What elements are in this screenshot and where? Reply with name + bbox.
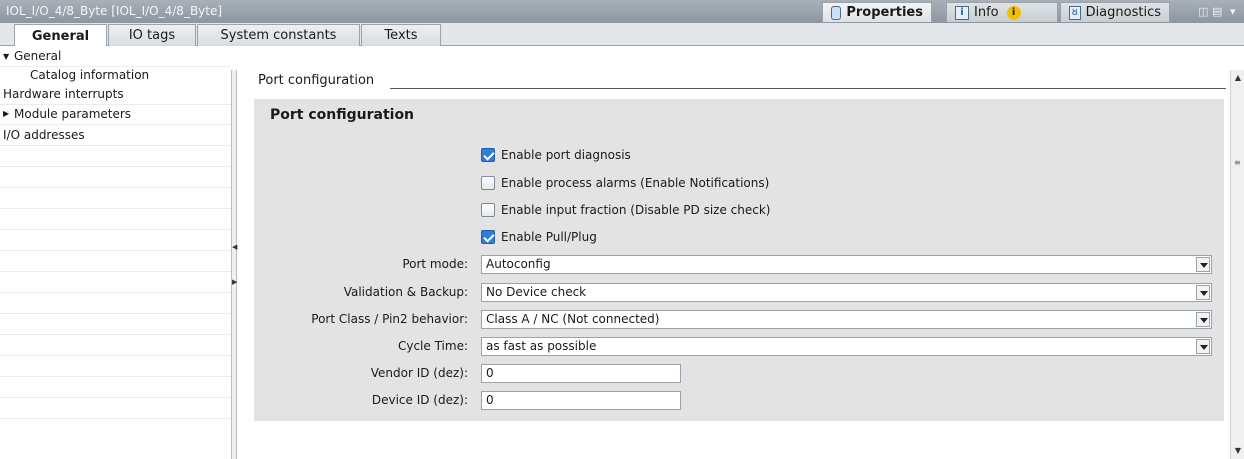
tree-empty-row	[0, 314, 231, 335]
magnifier-icon	[831, 5, 842, 20]
tree-empty-row	[0, 272, 231, 293]
tree-empty-row	[0, 209, 231, 230]
chevron-down-icon[interactable]	[1196, 339, 1210, 354]
device-id-label: Device ID (dez):	[371, 393, 468, 407]
checkbox-enable-pull-plug[interactable]: Enable Pull/Plug	[481, 229, 597, 245]
tab-info[interactable]: i Info i	[946, 2, 1058, 22]
vertical-scrollbar[interactable]: ▲ ≡ ▼	[1230, 70, 1244, 459]
subtab-texts[interactable]: Texts	[361, 24, 441, 46]
port-mode-value: Autoconfig	[486, 257, 551, 271]
section-header: Port configuration	[258, 73, 375, 88]
tree-item-label: General	[14, 49, 62, 63]
info-badge-icon: i	[1006, 5, 1021, 20]
validation-backup-label: Validation & Backup:	[343, 285, 468, 299]
checkbox-label: Enable process alarms (Enable Notificati…	[501, 176, 770, 190]
tree-item-module-parameters[interactable]: ▶ Module parameters	[0, 104, 231, 125]
tab-properties[interactable]: Properties	[822, 2, 932, 22]
tab-diagnostics[interactable]: ȣ Diagnostics	[1060, 2, 1170, 22]
subtab-general[interactable]: General	[14, 24, 107, 47]
port-class-select[interactable]: Class A / NC (Not connected)	[481, 310, 1212, 329]
subtab-system-constants[interactable]: System constants	[197, 24, 360, 46]
collapsed-triangle-icon[interactable]: ▶	[3, 104, 9, 124]
tree-empty-row	[0, 188, 231, 209]
panel-title: Port configuration	[270, 107, 415, 123]
content-area: Port configuration Port configuration En…	[238, 70, 1228, 459]
checkbox-checked-icon[interactable]	[481, 148, 495, 162]
validation-backup-select[interactable]: No Device check	[481, 283, 1212, 302]
scroll-up-icon[interactable]: ▲	[1233, 73, 1243, 82]
tree-item-label: Hardware interrupts	[3, 87, 124, 101]
expand-right-arrow-icon[interactable]: ▶	[232, 278, 237, 286]
window-title: IOL_I/O_4/8_Byte [IOL_I/O_4/8_Byte]	[6, 4, 223, 18]
checkbox-enable-process-alarms[interactable]: Enable process alarms (Enable Notificati…	[481, 175, 769, 191]
info-icon: i	[955, 5, 969, 20]
checkbox-checked-icon[interactable]	[481, 230, 495, 244]
checkbox-label: Enable input fraction (Disable PD size c…	[501, 203, 771, 217]
property-subtabs: General IO tags System constants Texts	[0, 23, 1244, 47]
checkbox-unchecked-icon[interactable]	[481, 176, 495, 190]
port-class-value: Class A / NC (Not connected)	[486, 312, 660, 326]
panel-splitter[interactable]	[231, 70, 237, 459]
tree-empty-row	[0, 377, 231, 398]
scroll-down-icon[interactable]: ▼	[1233, 446, 1243, 455]
subtab-io-tags[interactable]: IO tags	[108, 24, 196, 46]
collapse-left-arrow-icon[interactable]: ◀	[232, 243, 237, 251]
diagnostics-icon: ȣ	[1069, 5, 1081, 20]
tree-item-label: Module parameters	[14, 107, 132, 121]
tab-diagnostics-label: Diagnostics	[1085, 5, 1161, 20]
port-class-label: Port Class / Pin2 behavior:	[311, 312, 468, 326]
port-configuration-panel: Port configuration Enable port diagnosis…	[254, 99, 1224, 421]
checkbox-enable-port-diagnosis[interactable]: Enable port diagnosis	[481, 147, 631, 163]
navigation-tree: ▼ General Catalog information Hardware i…	[0, 46, 231, 459]
validation-backup-value: No Device check	[486, 285, 587, 299]
tree-empty-row	[0, 146, 231, 167]
window-menu-chevron-icon[interactable]: ▾	[1230, 5, 1236, 18]
vendor-id-input[interactable]: 0	[481, 364, 681, 383]
tab-info-label: Info	[974, 5, 999, 20]
port-mode-select[interactable]: Autoconfig	[481, 255, 1212, 274]
tree-item-hw-interrupts[interactable]: Hardware interrupts	[0, 84, 231, 105]
cycle-time-value: as fast as possible	[486, 339, 597, 353]
expanded-triangle-icon[interactable]: ▼	[3, 47, 9, 67]
tree-empty-row	[0, 335, 231, 356]
device-id-input[interactable]: 0	[481, 391, 681, 410]
section-divider	[390, 88, 1226, 89]
tree-item-io-addresses[interactable]: I/O addresses	[0, 125, 231, 146]
tree-empty-row	[0, 293, 231, 314]
tree-empty-row	[0, 230, 231, 251]
tree-item-general[interactable]: ▼ General	[0, 46, 231, 67]
tree-item-label: Catalog information	[30, 68, 150, 82]
tab-properties-label: Properties	[846, 5, 923, 20]
chevron-down-icon[interactable]	[1196, 312, 1210, 327]
vendor-id-label: Vendor ID (dez):	[370, 366, 468, 380]
tree-empty-row	[0, 356, 231, 377]
chevron-down-icon[interactable]	[1196, 285, 1210, 300]
dock-window-icon[interactable]: ▤	[1212, 5, 1222, 18]
checkbox-label: Enable port diagnosis	[501, 148, 631, 162]
tree-empty-row	[0, 251, 231, 272]
tree-item-label: I/O addresses	[3, 128, 85, 142]
window-title-bar: IOL_I/O_4/8_Byte [IOL_I/O_4/8_Byte] Prop…	[0, 0, 1244, 23]
scroll-grip-icon[interactable]: ≡	[1234, 158, 1242, 167]
chevron-down-icon[interactable]	[1196, 257, 1210, 272]
cycle-time-select[interactable]: as fast as possible	[481, 337, 1212, 356]
checkbox-enable-input-fraction[interactable]: Enable input fraction (Disable PD size c…	[481, 202, 770, 218]
tree-empty-row	[0, 398, 231, 419]
tree-empty-row	[0, 167, 231, 188]
checkbox-unchecked-icon[interactable]	[481, 203, 495, 217]
port-mode-label: Port mode:	[402, 257, 468, 271]
cycle-time-label: Cycle Time:	[397, 339, 468, 353]
float-window-icon[interactable]: ◫	[1198, 5, 1208, 18]
checkbox-label: Enable Pull/Plug	[501, 230, 597, 244]
